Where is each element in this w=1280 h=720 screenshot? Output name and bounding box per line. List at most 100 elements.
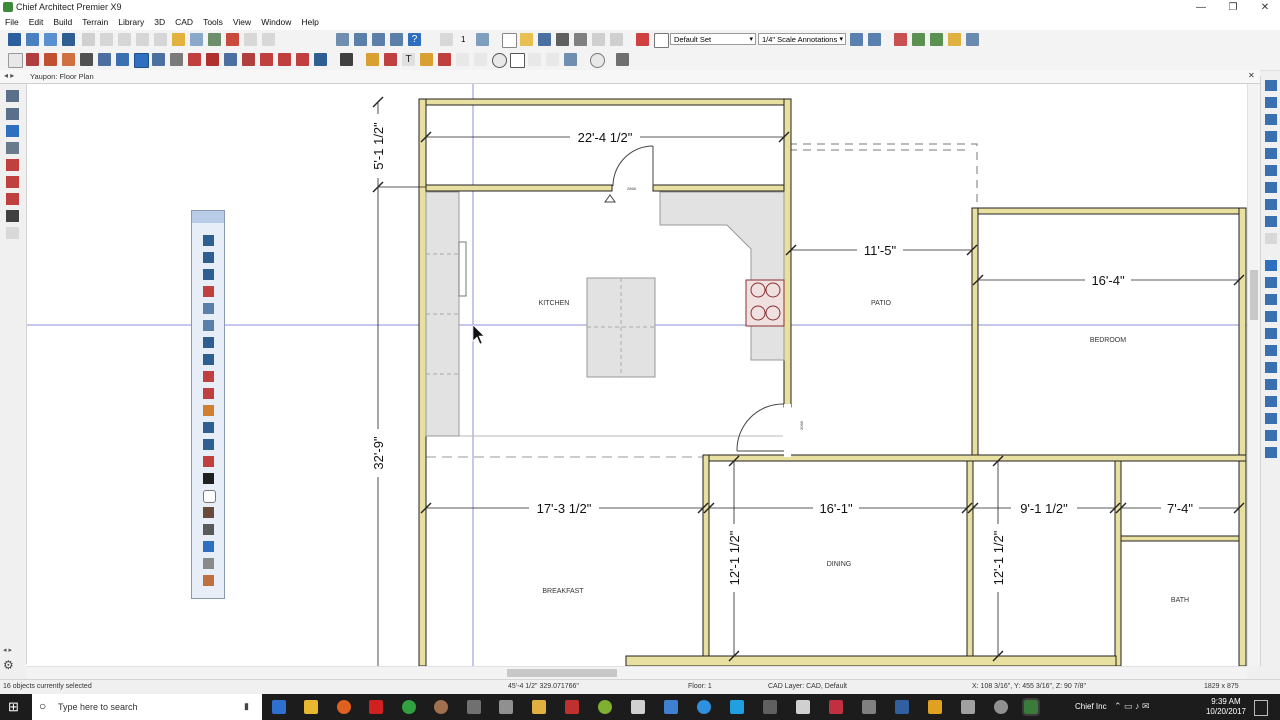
close-button[interactable]: ✕ (1250, 0, 1280, 16)
app-icon[interactable] (532, 700, 546, 714)
view-toggle-icon[interactable] (6, 125, 19, 137)
menu-edit[interactable]: Edit (24, 16, 49, 27)
window-icon[interactable] (966, 33, 979, 46)
view-icon[interactable] (1265, 345, 1277, 356)
dimension-icon[interactable] (80, 53, 93, 66)
view-toggle-icon[interactable] (6, 193, 19, 205)
view-icon[interactable] (1265, 199, 1277, 210)
view-icon[interactable] (1265, 311, 1277, 322)
undo-icon[interactable] (592, 33, 605, 46)
up-icon[interactable] (476, 33, 489, 46)
scroll-thumb[interactable] (1250, 270, 1258, 320)
skype-icon[interactable] (730, 700, 744, 714)
menu-cad[interactable]: CAD (170, 16, 198, 27)
help-icon[interactable]: ? (408, 33, 421, 46)
microphone-icon[interactable]: ▮ (244, 701, 249, 712)
window-tool-icon[interactable] (116, 53, 129, 66)
window-icon[interactable] (930, 33, 943, 46)
door-icon[interactable] (98, 53, 111, 66)
view-icon[interactable] (1265, 430, 1277, 441)
marker-icon[interactable] (438, 53, 451, 66)
palette-tool-icon[interactable] (203, 235, 214, 246)
window-icon[interactable] (912, 33, 925, 46)
edit-icon[interactable] (616, 53, 629, 66)
menu-library[interactable]: Library (113, 16, 149, 27)
schedule-icon[interactable] (354, 33, 367, 46)
edge-icon[interactable] (272, 700, 286, 714)
notification-icon[interactable] (1254, 700, 1268, 716)
solid-icon[interactable] (314, 53, 327, 66)
layer-set-select[interactable]: Default Set ▾ (670, 33, 756, 45)
document-close-icon[interactable]: ✕ (1248, 71, 1255, 80)
material-icon[interactable] (226, 33, 239, 46)
print-icon[interactable] (556, 33, 569, 46)
palette-tool-icon[interactable] (203, 269, 214, 280)
palette-tool-icon[interactable] (203, 371, 214, 382)
chrome-icon[interactable] (402, 700, 416, 714)
cabinet-icon[interactable] (62, 53, 75, 66)
plan-view-icon[interactable] (134, 53, 149, 68)
tray-icons[interactable]: ⌃ ▭ ♪ ✉ (1114, 701, 1150, 712)
framing-icon[interactable] (278, 53, 291, 66)
library-icon[interactable] (188, 53, 201, 66)
layout-icon[interactable] (44, 33, 57, 46)
firefox-icon[interactable] (337, 700, 351, 714)
app-icon[interactable] (434, 700, 448, 714)
light-icon[interactable] (172, 33, 185, 46)
view-toggle-icon[interactable] (6, 176, 19, 188)
view-icon[interactable] (1265, 165, 1277, 176)
view-icon[interactable] (1265, 277, 1277, 288)
elevation-icon[interactable] (62, 33, 75, 46)
menu-build[interactable]: Build (48, 16, 77, 27)
layer-icon[interactable] (636, 33, 649, 46)
shape-icon[interactable] (296, 53, 309, 66)
palette-tool-icon[interactable] (203, 439, 214, 450)
circle-icon[interactable] (492, 53, 507, 68)
view-toggle-icon[interactable] (6, 90, 19, 102)
mail-icon[interactable] (796, 700, 810, 714)
menu-3d[interactable]: 3D (149, 16, 170, 27)
redo-icon[interactable] (610, 33, 623, 46)
view-icon[interactable] (1265, 413, 1277, 424)
terrain-icon[interactable] (242, 53, 255, 66)
palette-tool-icon[interactable] (203, 524, 214, 535)
view-icon[interactable] (1265, 260, 1277, 271)
palette-tool-icon[interactable] (203, 337, 214, 348)
palette-tool-icon[interactable] (203, 456, 214, 467)
view-icon[interactable] (1265, 379, 1277, 390)
taskbar-clock[interactable]: 9:39 AM 10/20/2017 (1206, 697, 1246, 717)
wall-icon[interactable] (26, 53, 39, 66)
app-icon[interactable] (565, 700, 579, 714)
menu-view[interactable]: View (228, 16, 256, 27)
view-icon[interactable] (1265, 148, 1277, 159)
line-icon[interactable] (456, 53, 469, 66)
windows-start-icon[interactable]: ⊞ (8, 700, 22, 714)
view-icon[interactable] (1265, 182, 1277, 193)
fixture-icon[interactable] (206, 53, 219, 66)
open-folder-icon[interactable] (520, 33, 533, 46)
chief-architect-taskbar-icon[interactable] (1022, 698, 1040, 716)
fill-window-icon[interactable] (1265, 131, 1277, 142)
view-icon[interactable] (1265, 216, 1277, 227)
dimension-palette[interactable] (191, 210, 225, 599)
new-icon[interactable] (502, 33, 517, 48)
annotation-set-select[interactable]: 1/4" Scale Annotations ▾ (758, 33, 846, 45)
palette-tool-icon[interactable] (203, 490, 216, 503)
tool-icon[interactable] (190, 33, 203, 46)
window-icon[interactable] (948, 33, 961, 46)
room-icon[interactable] (44, 53, 57, 66)
view-icon[interactable] (1265, 362, 1277, 373)
text-icon[interactable]: T (402, 53, 415, 66)
app-icon[interactable] (467, 700, 481, 714)
tab-scroll-icon[interactable]: ◂ ▸ (4, 71, 14, 80)
palette-header[interactable] (192, 211, 224, 223)
menu-file[interactable]: File (0, 16, 24, 27)
document-tab-title[interactable]: Yaupon: Floor Plan (30, 72, 94, 81)
app-icon[interactable] (664, 700, 678, 714)
calculator-icon[interactable] (631, 700, 645, 714)
polyline-icon[interactable] (546, 53, 559, 66)
palette-tool-icon[interactable] (203, 405, 214, 416)
checkbox-icon[interactable] (654, 33, 669, 48)
select-arrow-icon[interactable] (8, 53, 23, 68)
roof-icon[interactable] (170, 53, 183, 66)
